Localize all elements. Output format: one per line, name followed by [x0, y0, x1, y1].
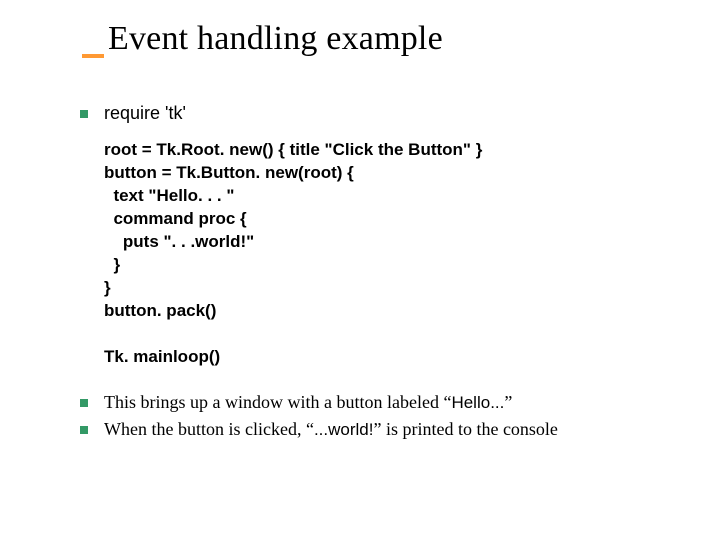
code-fragment: ...world!	[314, 420, 374, 439]
square-bullet-icon	[80, 399, 88, 407]
bullet-item: When the button is clicked, “...world!” …	[80, 418, 680, 441]
text-fragment: ”	[504, 392, 512, 412]
square-bullet-icon	[80, 426, 88, 434]
slide: Event handling example require 'tk' root…	[0, 0, 720, 540]
square-bullet-icon	[80, 110, 88, 118]
bullet-text: This brings up a window with a button la…	[104, 391, 512, 414]
bullet-text: When the button is clicked, “...world!” …	[104, 418, 558, 441]
text-fragment: This brings up a window with a button la…	[104, 392, 451, 412]
code-fragment: Hello...	[451, 393, 504, 412]
slide-title: Event handling example	[108, 20, 443, 58]
code-block: root = Tk.Root. new() { title "Click the…	[104, 139, 680, 368]
bullet-text: require 'tk'	[104, 102, 186, 125]
bullet-item: require 'tk'	[80, 102, 680, 125]
title-accent-bar	[82, 54, 104, 58]
bullet-item: This brings up a window with a button la…	[80, 391, 680, 414]
text-fragment: When the button is clicked, “	[104, 419, 314, 439]
text-fragment: ” is printed to the console	[373, 419, 557, 439]
bullet-group: This brings up a window with a button la…	[80, 391, 680, 442]
slide-content: require 'tk' root = Tk.Root. new() { tit…	[80, 102, 680, 446]
